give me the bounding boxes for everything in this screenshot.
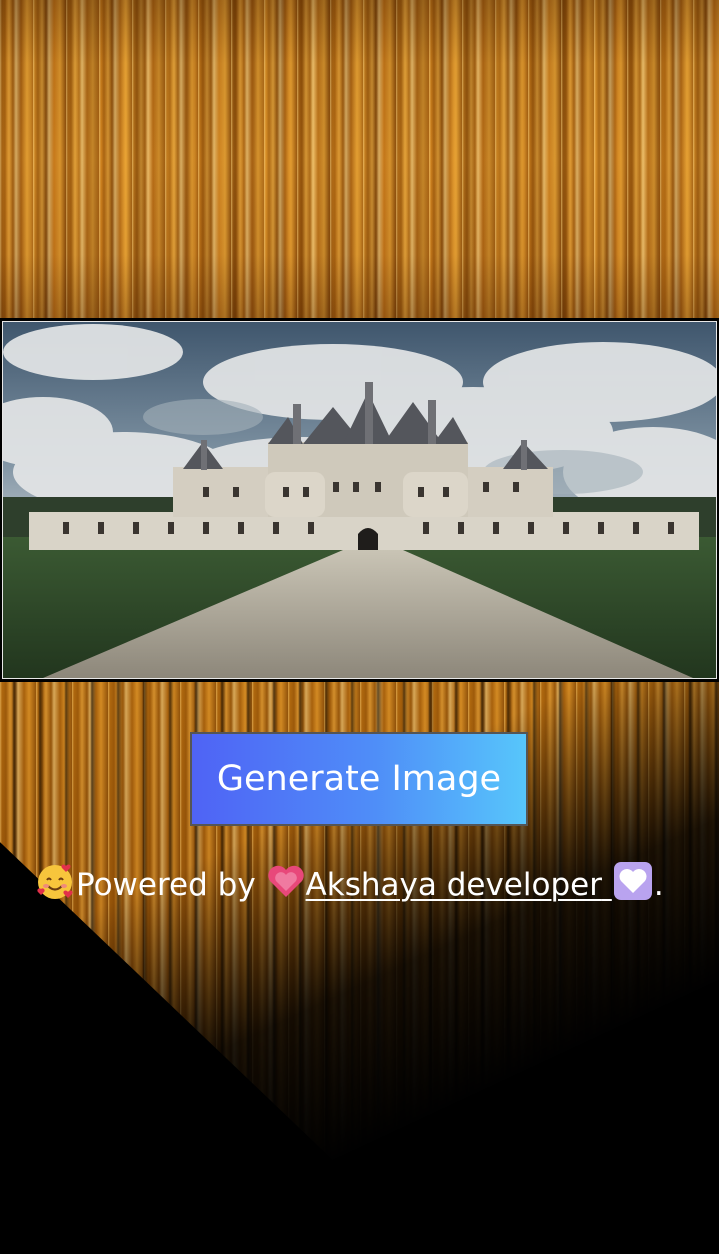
credit-suffix: . <box>653 867 664 903</box>
generated-image <box>2 321 717 679</box>
white-heart-icon <box>612 860 654 913</box>
powered-by-label: Powered by <box>76 867 256 903</box>
castle-photo <box>3 322 716 678</box>
developer-link[interactable]: Akshaya developer <box>266 862 654 903</box>
growing-heart-icon <box>266 863 306 910</box>
developer-link-text: Akshaya developer <box>305 867 602 903</box>
gold-streaks-background-top <box>0 0 719 318</box>
powered-by-credit: Powered by Akshaya developer . <box>34 860 704 913</box>
generate-image-button[interactable]: Generate Image <box>190 732 528 826</box>
smiling-face-with-hearts-icon <box>34 860 76 913</box>
